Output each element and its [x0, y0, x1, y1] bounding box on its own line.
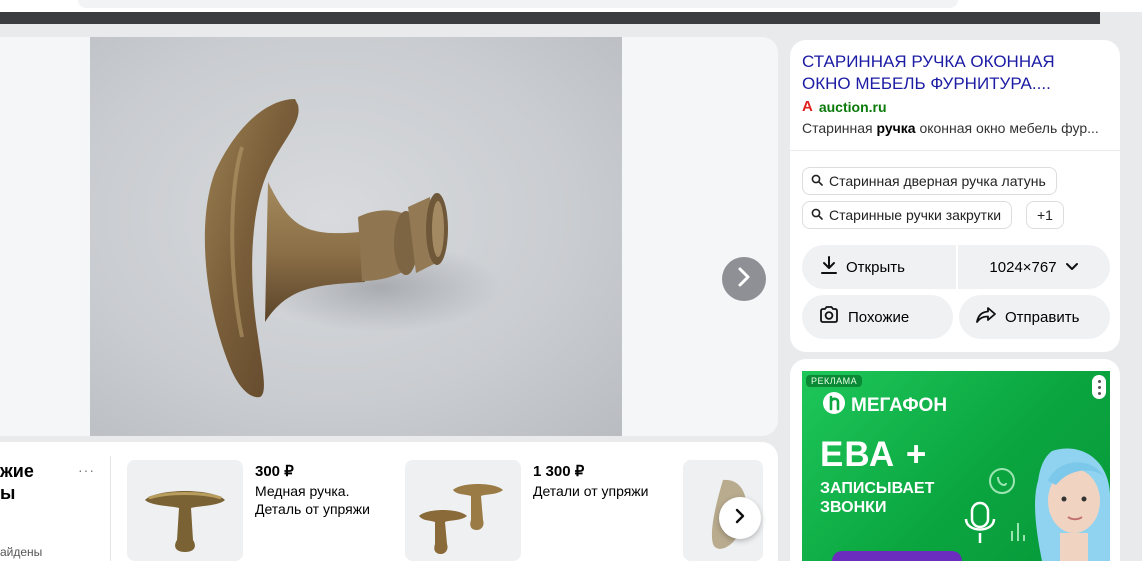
desc-highlight: ручка	[876, 120, 916, 136]
product-price: 1 300 ₽	[533, 463, 585, 480]
source-title-link[interactable]: СТАРИННАЯ РУЧКА ОКОННАЯ ОКНО МЕБЕЛЬ ФУРН…	[802, 51, 1102, 95]
image-size-dropdown[interactable]: 1024×767	[958, 245, 1110, 289]
chevron-down-icon	[1065, 259, 1079, 276]
more-queries-chip[interactable]: +1	[1026, 201, 1064, 229]
ad-brand-name: МЕГАФОН	[851, 395, 948, 416]
download-icon	[820, 255, 838, 279]
chip-label: +1	[1037, 207, 1053, 223]
product-thumb[interactable]	[127, 460, 243, 561]
product-description[interactable]: Медная ручка. Деталь от упряжи	[255, 482, 395, 518]
header-bar-end	[1100, 12, 1142, 24]
megafon-ad-banner[interactable]: РЕКЛАМА МЕГАФОН ЕВА + ЗАПИСЫВАЕТ ЗВОНКИ	[802, 371, 1110, 561]
chip-label: Старинные ручки закрутки	[829, 207, 1002, 223]
megafon-logo-icon	[822, 391, 846, 421]
source-description: Старинная ручка оконная окно мебель фур.…	[802, 120, 1112, 136]
ad-brand: МЕГАФОН	[822, 391, 947, 421]
share-arrow-icon	[975, 306, 997, 328]
next-image-button[interactable]	[722, 257, 766, 301]
desc-text: Старинная	[802, 120, 877, 136]
auction-logo-icon: A	[802, 98, 813, 115]
chevron-right-icon	[733, 508, 747, 529]
divider	[110, 456, 111, 561]
product-image	[405, 460, 521, 561]
search-bar-edge[interactable]	[78, 0, 958, 8]
product-image	[127, 460, 243, 561]
search-icon	[811, 207, 823, 223]
share-label: Отправить	[1005, 308, 1080, 326]
main-photo-handle[interactable]	[90, 37, 622, 436]
size-label: 1024×767	[989, 258, 1057, 276]
ad-container: РЕКЛАМА МЕГАФОН ЕВА + ЗАПИСЫВАЕТ ЗВОНКИ	[790, 359, 1120, 561]
related-query-chip[interactable]: Старинные ручки закрутки	[802, 201, 1013, 229]
open-label: Открыть	[846, 258, 905, 276]
camera-search-icon	[818, 305, 840, 329]
similar-subtitle: айдены	[0, 545, 43, 559]
dark-header-bar	[0, 12, 1142, 24]
open-button[interactable]: Открыть	[802, 245, 956, 289]
similar-label: Похожие	[848, 308, 910, 326]
similar-button[interactable]: Похожие	[802, 295, 953, 339]
ad-menu-icon[interactable]	[1092, 375, 1106, 399]
chip-label: Старинная дверная ручка латунь	[829, 173, 1046, 189]
divider	[790, 150, 1120, 151]
more-options-icon[interactable]: ···	[78, 462, 95, 478]
ad-text: ЗАПИСЫВАЕТ ЗВОНКИ	[820, 480, 935, 516]
top-strip	[0, 0, 1142, 12]
brass-handle-image	[204, 99, 500, 398]
product-description[interactable]: Детали от упряжи	[533, 482, 673, 500]
similar-title: жие ы	[0, 460, 34, 504]
ad-label: РЕКЛАМА	[806, 375, 863, 387]
chevron-right-icon	[735, 266, 753, 293]
image-viewer	[0, 37, 778, 436]
desc-text-rest: оконная окно мебель фур...	[915, 120, 1099, 136]
search-icon	[811, 173, 823, 189]
similar-next-button[interactable]	[719, 497, 761, 539]
ad-headline: ЕВА +	[820, 435, 928, 474]
product-thumb[interactable]	[405, 460, 521, 561]
similar-title-line1: жие	[0, 461, 34, 481]
image-info-panel: СТАРИННАЯ РУЧКА ОКОННАЯ ОКНО МЕБЕЛЬ ФУРН…	[790, 40, 1120, 352]
similar-title-line2: ы	[0, 483, 16, 503]
share-button[interactable]: Отправить	[959, 295, 1110, 339]
ad-cta-button[interactable]	[832, 551, 962, 561]
avatar-illustration	[964, 448, 1110, 561]
product-price: 300 ₽	[255, 463, 294, 480]
related-query-chip[interactable]: Старинная дверная ручка латунь	[802, 167, 1057, 195]
source-site[interactable]: A auction.ru	[802, 98, 887, 115]
source-host: auction.ru	[818, 98, 887, 115]
similar-products: жие ы айдены ··· 300 ₽ Медная ручка. Дет…	[0, 442, 778, 561]
